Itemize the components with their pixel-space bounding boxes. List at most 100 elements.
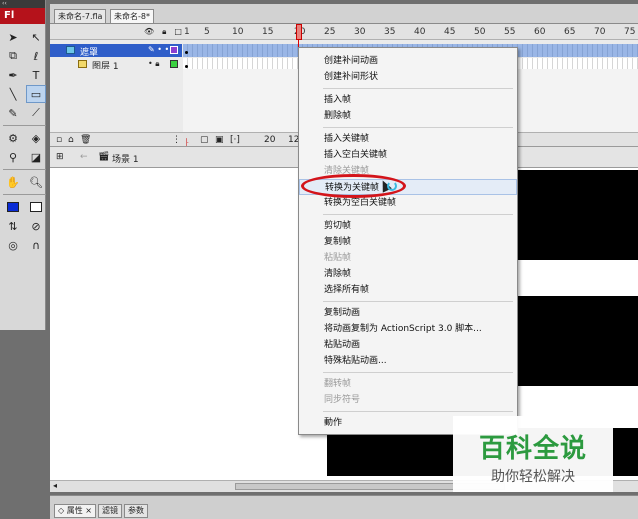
frame-number: 5: [204, 27, 210, 37]
tools-panel-collapse[interactable]: ‹‹: [0, 0, 45, 8]
menu-separator: [323, 372, 513, 373]
pen-tool-icon[interactable]: ✒: [3, 66, 23, 84]
layer-name: 遮罩: [80, 48, 99, 58]
menu-item-select-all-frames[interactable]: 选择所有帧: [299, 282, 517, 298]
timeline-header: 👁︎ 🔒︎ □ 1 5 10 15 20 25 30 35 40 45 50 5…: [50, 24, 638, 40]
menu-separator: [323, 411, 513, 412]
tab-properties[interactable]: ◇ 属性 ×: [54, 504, 96, 518]
frame-context-menu: 创建补间动画 创建补间形状 插入帧 删除帧 插入关键帧 插入空白关键帧 清除关键…: [298, 47, 518, 435]
new-layer-icon[interactable]: ▫: [56, 135, 62, 145]
menu-item-insert-blank-keyframe[interactable]: 插入空白关键帧: [299, 147, 517, 163]
tools-panel: ‹‹ Fl ➤ ↖ ⧉ ℓ ✒ T ╲ ▭ ✎ ⟋ ⚙ ◈ ⚲ ◪ ✋ 🔍︎ ⇅…: [0, 0, 46, 330]
menu-item-clear-frames[interactable]: 清除帧: [299, 266, 517, 282]
document-tab-bar: 未命名-7.fla 未命名-8*: [50, 4, 638, 24]
menu-item-paste-motion-special[interactable]: 特殊粘贴动画...: [299, 353, 517, 369]
frame-number: 1: [184, 27, 190, 37]
modify-markers-icon[interactable]: [·]: [230, 135, 240, 145]
center-frame-icon[interactable]: ⋮: [172, 135, 181, 145]
pencil-tool-icon[interactable]: ✎: [3, 104, 23, 122]
timeline-toggle-icon[interactable]: ⊞: [56, 152, 64, 162]
tool-divider: [3, 169, 46, 170]
show-hide-layers-icon[interactable]: 👁︎: [144, 27, 154, 37]
lock-layers-icon[interactable]: 🔒︎: [162, 27, 166, 37]
rectangle-tool-icon[interactable]: ▭: [26, 85, 46, 103]
brush-tool-icon[interactable]: ⟋: [26, 104, 46, 122]
menu-item-create-motion-tween[interactable]: 创建补间动画: [299, 53, 517, 69]
eraser-tool-icon[interactable]: ◪: [26, 148, 46, 166]
menu-item-remove-frames[interactable]: 删除帧: [299, 108, 517, 124]
menu-item-reverse-frames: 翻转帧: [324, 379, 352, 389]
menu-item-paste-motion[interactable]: 粘贴动画: [299, 337, 517, 353]
menu-item-create-shape-tween[interactable]: 创建补间形状: [299, 69, 517, 85]
subselection-tool-icon[interactable]: ↖: [26, 28, 46, 46]
menu-item-cut-frames[interactable]: 剪切帧: [299, 218, 517, 234]
swap-colors-icon[interactable]: ⇅: [3, 217, 23, 235]
eyedropper-tool-icon[interactable]: ⚲: [3, 148, 23, 166]
edit-multiple-frames-icon[interactable]: ▣: [215, 135, 224, 145]
properties-panel-tabs: ◇ 属性 × 滤镜 参数: [50, 495, 638, 519]
free-transform-tool-icon[interactable]: ⧉: [3, 47, 23, 65]
menu-separator: [323, 88, 513, 89]
frame-number: 55: [504, 27, 516, 37]
layer-visibility-controls[interactable]: • 🔒︎: [148, 59, 160, 69]
snap-icon[interactable]: ∩: [26, 236, 46, 254]
tab-parameters[interactable]: 参数: [124, 504, 148, 518]
selection-tool-icon[interactable]: ➤: [3, 28, 23, 46]
frame-number: 25: [324, 27, 336, 37]
zoom-tool-icon[interactable]: 🔍︎: [26, 173, 46, 191]
text-tool-icon[interactable]: T: [26, 66, 46, 84]
bone-tool-icon[interactable]: ⚙: [3, 129, 23, 147]
stroke-color-icon[interactable]: [3, 198, 23, 216]
frame-number: 15: [262, 27, 274, 37]
frame-number: 70: [594, 27, 606, 37]
menu-item-copy-motion-as-as3[interactable]: 将动画复制为 ActionScript 3.0 脚本...: [299, 321, 517, 337]
frame-number: 10: [232, 27, 244, 37]
stage-black-shape: [517, 296, 638, 386]
hand-tool-icon[interactable]: ✋: [3, 173, 23, 191]
menu-item-copy-frames[interactable]: 复制帧: [299, 234, 517, 250]
scroll-left-icon[interactable]: ◂: [53, 481, 57, 490]
menu-item-copy-motion[interactable]: 复制动画: [299, 305, 517, 321]
tab-filters[interactable]: 滤镜: [98, 504, 122, 518]
layer-outline-color[interactable]: [170, 46, 178, 54]
menu-separator: [323, 301, 513, 302]
back-arrow-icon[interactable]: ←: [80, 152, 88, 162]
watermark-title: 百科全说: [478, 434, 587, 464]
fill-color-icon[interactable]: [26, 198, 46, 216]
playhead-handle[interactable]: [296, 24, 302, 40]
menu-item-paste-frames: 粘贴帧: [324, 253, 352, 263]
layer-outline-color[interactable]: [170, 60, 178, 68]
frame-number: 45: [444, 27, 456, 37]
flash-logo: Fl: [0, 8, 45, 24]
no-color-icon[interactable]: ⊘: [26, 217, 46, 235]
layer-icon: [66, 46, 75, 54]
menu-item-insert-frame[interactable]: 插入帧: [299, 92, 517, 108]
tool-divider: [3, 194, 46, 195]
object-drawing-icon[interactable]: ◎: [3, 236, 23, 254]
outline-layers-icon[interactable]: □: [174, 27, 182, 37]
paint-bucket-tool-icon[interactable]: ◈: [26, 129, 46, 147]
menu-separator: [323, 127, 513, 128]
busy-spinner-icon: [387, 181, 397, 191]
frame-number: 60: [534, 27, 546, 37]
line-tool-icon[interactable]: ╲: [3, 85, 23, 103]
delete-layer-icon[interactable]: 🗑︎: [80, 135, 91, 145]
current-frame-readout: 20: [264, 135, 276, 145]
layer-visibility-controls[interactable]: ✎ • •: [148, 45, 169, 54]
tool-divider: [3, 125, 46, 126]
new-folder-icon[interactable]: ⌂: [68, 135, 74, 145]
stage-black-shape: [517, 170, 638, 260]
lasso-tool-icon[interactable]: ℓ: [26, 47, 46, 65]
menu-item-insert-keyframe[interactable]: 插入关键帧: [299, 131, 517, 147]
tab-document-8[interactable]: 未命名-8*: [110, 9, 154, 23]
menu-separator: [323, 214, 513, 215]
keyframe-marker: [185, 51, 188, 54]
tab-document-7[interactable]: 未命名-7.fla: [54, 9, 107, 23]
onion-outline-icon[interactable]: ▢: [200, 135, 209, 145]
menu-item-convert-to-blank-keyframes[interactable]: 转换为空白关键帧: [299, 195, 517, 211]
frame-number: 50: [474, 27, 486, 37]
frame-number: 35: [384, 27, 396, 37]
scene-label[interactable]: 场景 1: [112, 152, 139, 165]
frame-number: 30: [354, 27, 366, 37]
keyframe-marker: [185, 65, 188, 68]
